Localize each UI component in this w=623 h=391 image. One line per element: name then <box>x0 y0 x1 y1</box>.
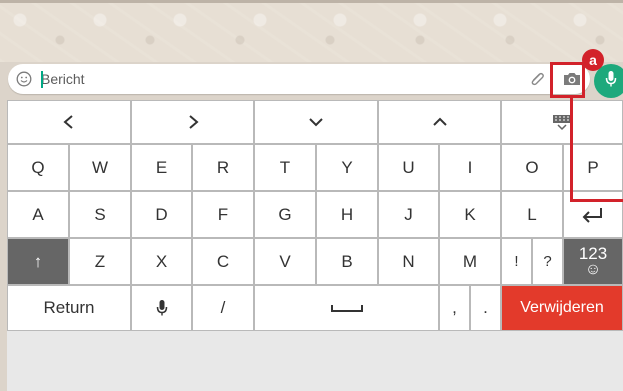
return-key[interactable]: Return <box>7 285 131 331</box>
key-comma[interactable]: , <box>439 285 470 331</box>
space-key[interactable] <box>254 285 439 331</box>
key-c[interactable]: C <box>192 238 254 285</box>
key-z[interactable]: Z <box>69 238 131 285</box>
annotation-connector-line <box>570 98 573 202</box>
voice-input-key[interactable] <box>131 285 192 331</box>
annotation-highlight-box <box>550 62 585 98</box>
key-period[interactable]: . <box>470 285 501 331</box>
enter-icon <box>582 207 602 223</box>
top-frame <box>0 0 623 3</box>
chevron-up-icon <box>432 117 447 126</box>
cursor-left-key[interactable] <box>7 100 131 144</box>
message-composer <box>8 64 590 94</box>
key-r[interactable]: R <box>192 144 254 191</box>
key-o[interactable]: O <box>501 144 563 191</box>
key-e[interactable]: E <box>131 144 192 191</box>
key-s[interactable]: S <box>69 191 131 238</box>
key-v[interactable]: V <box>254 238 316 285</box>
numeric-emoji-key[interactable]: 123 ☺ <box>563 238 623 285</box>
key-g[interactable]: G <box>254 191 316 238</box>
paperclip-icon[interactable] <box>528 71 546 87</box>
emoji-icon[interactable] <box>16 71 32 87</box>
message-input[interactable] <box>41 69 521 89</box>
key-d[interactable]: D <box>131 191 192 238</box>
annotation-connector-line-horizontal <box>570 199 623 202</box>
key-k[interactable]: K <box>439 191 501 238</box>
key-w[interactable]: W <box>69 144 131 191</box>
annotation-badge: a <box>582 49 604 71</box>
shift-key[interactable]: ↑ <box>7 238 69 285</box>
microphone-icon <box>605 70 617 93</box>
key-f[interactable]: F <box>192 191 254 238</box>
expand-key[interactable] <box>378 100 501 144</box>
keyboard-layout-key[interactable] <box>501 100 623 144</box>
key-y[interactable]: Y <box>316 144 378 191</box>
space-bar-icon <box>330 305 363 312</box>
key-l[interactable]: L <box>501 191 563 238</box>
key-t[interactable]: T <box>254 144 316 191</box>
key-i[interactable]: I <box>439 144 501 191</box>
key-m[interactable]: M <box>439 238 501 285</box>
delete-key[interactable]: Verwijderen <box>501 285 623 331</box>
chat-background <box>0 0 623 62</box>
key-a[interactable]: A <box>7 191 69 238</box>
cursor-right-key[interactable] <box>131 100 254 144</box>
chevron-left-icon <box>63 115 73 129</box>
key-exclamation[interactable]: ! <box>501 238 532 285</box>
key-n[interactable]: N <box>378 238 439 285</box>
key-q[interactable]: Q <box>7 144 69 191</box>
key-j[interactable]: J <box>378 191 439 238</box>
key-h[interactable]: H <box>316 191 378 238</box>
hide-keyboard-key[interactable] <box>254 100 378 144</box>
onscreen-keyboard: Q W E R T Y U I O P A S D F G H J K L ↑ … <box>7 100 623 391</box>
key-x[interactable]: X <box>131 238 192 285</box>
key-question[interactable]: ? <box>532 238 563 285</box>
smiley-icon: ☺ <box>584 261 602 278</box>
chevron-down-icon <box>309 118 323 127</box>
microphone-icon <box>156 300 167 316</box>
key-u[interactable]: U <box>378 144 439 191</box>
text-cursor <box>41 71 43 88</box>
key-slash[interactable]: / <box>192 285 254 331</box>
key-b[interactable]: B <box>316 238 378 285</box>
chevron-right-icon <box>188 115 199 129</box>
